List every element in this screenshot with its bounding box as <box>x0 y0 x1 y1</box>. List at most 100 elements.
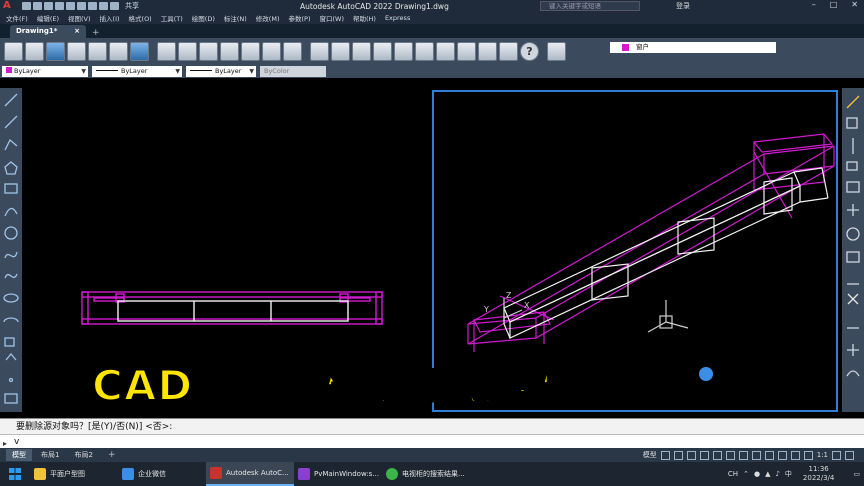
menu-parametric[interactable]: 参数(P) <box>288 13 310 23</box>
share-button[interactable]: 共享 <box>125 1 139 11</box>
markup-icon[interactable] <box>478 41 497 61</box>
tab-layout1[interactable]: 布局1 <box>35 449 65 461</box>
save-web-icon[interactable] <box>77 2 86 10</box>
redo-icon[interactable] <box>110 2 119 10</box>
add-tab-button[interactable]: + <box>92 28 100 38</box>
taskbar-item-floorplan[interactable]: 平面户型图 <box>30 462 118 486</box>
navigation-orb-icon[interactable] <box>699 367 713 381</box>
notification-icon[interactable]: ▭ <box>853 470 860 478</box>
tab-close-icon[interactable]: × <box>74 27 80 36</box>
copy-icon[interactable] <box>178 41 197 61</box>
redo-arrow-icon[interactable] <box>283 41 302 61</box>
language-indicator[interactable]: CH <box>728 470 738 478</box>
search-input[interactable]: 键入关键字或短语 <box>540 1 640 11</box>
taskbar-item-pvmain[interactable]: PvMainWindow:s... <box>294 462 382 486</box>
network-icon[interactable]: ▲ <box>765 470 770 478</box>
osnap-toggle-icon[interactable] <box>712 450 722 460</box>
tab-drawing1[interactable]: Drawing1* × <box>10 25 86 38</box>
open-icon[interactable] <box>33 2 42 10</box>
menu-insert[interactable]: 插入(I) <box>100 13 120 23</box>
menu-dimension[interactable]: 标注(N) <box>224 13 247 23</box>
command-input[interactable]: v <box>14 437 19 447</box>
open-web-icon[interactable] <box>66 2 75 10</box>
undo-icon[interactable] <box>99 2 108 10</box>
taskbar-item-wecom[interactable]: 企业微信 <box>118 462 206 486</box>
add-layout-button[interactable]: + <box>102 449 122 461</box>
ortho-toggle-icon[interactable] <box>686 450 696 460</box>
tool-palettes-icon[interactable] <box>436 41 455 61</box>
menu-view[interactable]: 视图(V) <box>68 13 91 23</box>
selection-cycling-icon[interactable] <box>764 450 774 460</box>
polar-toggle-icon[interactable] <box>699 450 709 460</box>
login-button[interactable]: 登录 <box>676 1 690 11</box>
tray-chevron-up-icon[interactable]: ⌃ <box>743 470 749 478</box>
annotation-scale[interactable]: 1:1 <box>817 451 828 459</box>
pan-hand-icon[interactable] <box>310 41 329 61</box>
zoom-window-icon[interactable] <box>352 41 371 61</box>
taskbar-item-autocad[interactable]: Autodesk AutoC... <box>206 462 294 486</box>
zoom-previous-icon[interactable] <box>373 41 392 61</box>
calculator-icon[interactable] <box>499 41 518 61</box>
save-drawing-icon[interactable] <box>46 41 65 61</box>
open-drawing-icon[interactable] <box>25 41 44 61</box>
dynamic-ucs-icon[interactable] <box>790 450 800 460</box>
new-icon[interactable] <box>22 2 31 10</box>
plot-icon[interactable] <box>88 2 97 10</box>
command-line[interactable]: ▸ v <box>0 434 864 448</box>
grid-toggle-icon[interactable] <box>660 450 670 460</box>
autocad-logo-icon[interactable]: A <box>3 0 11 11</box>
menu-draw[interactable]: 绘图(D) <box>192 13 215 23</box>
saveas-icon[interactable] <box>55 2 64 10</box>
workspace-gear-icon[interactable] <box>832 450 841 460</box>
customize-menu-icon[interactable] <box>845 450 854 460</box>
snap-toggle-icon[interactable] <box>673 450 683 460</box>
annotation-visibility-icon[interactable] <box>803 450 813 460</box>
design-center-icon[interactable] <box>415 41 434 61</box>
block-editor-icon[interactable] <box>241 41 260 61</box>
zoom-realtime-icon[interactable] <box>331 41 350 61</box>
otrack-toggle-icon[interactable] <box>725 450 735 460</box>
ime-indicator[interactable]: 中 <box>785 469 792 479</box>
menu-tools[interactable]: 工具(T) <box>161 13 183 23</box>
model-space-toggle[interactable]: 模型 <box>643 450 657 460</box>
menu-express[interactable]: Express <box>385 14 410 22</box>
publish-icon[interactable] <box>109 41 128 61</box>
print-preview-icon[interactable] <box>88 41 107 61</box>
chevron-down-icon: ▼ <box>249 67 254 75</box>
3d-osnap-icon[interactable] <box>777 450 787 460</box>
linetype-dropdown[interactable]: ByLayer ▼ <box>92 65 182 77</box>
wechat-tray-icon[interactable]: ● <box>754 470 760 478</box>
undo-arrow-icon[interactable] <box>262 41 281 61</box>
transparency-toggle-icon[interactable] <box>751 450 761 460</box>
volume-icon[interactable]: ♪ <box>775 470 779 478</box>
layer-dropdown[interactable]: 窗户 <box>610 42 776 53</box>
menu-help[interactable]: 帮助(H) <box>353 13 376 23</box>
maximize-button[interactable]: □ <box>830 0 838 9</box>
new-drawing-icon[interactable] <box>4 41 23 61</box>
menu-format[interactable]: 格式(O) <box>129 13 152 23</box>
layer-properties-icon[interactable] <box>547 41 566 61</box>
start-button[interactable] <box>0 462 30 486</box>
match-properties-icon[interactable] <box>220 41 239 61</box>
cut-icon[interactable] <box>157 41 176 61</box>
menu-window[interactable]: 窗口(W) <box>319 13 344 23</box>
help-icon[interactable]: ? <box>520 41 539 61</box>
taskbar-item-browser[interactable]: 电视柜的搜索结果... <box>382 462 470 486</box>
save-icon[interactable] <box>44 2 53 10</box>
sheet-set-icon[interactable] <box>457 41 476 61</box>
paste-icon[interactable] <box>199 41 218 61</box>
menu-edit[interactable]: 编辑(E) <box>37 13 59 23</box>
menu-modify[interactable]: 修改(M) <box>256 13 280 23</box>
minimize-button[interactable]: – <box>812 0 816 9</box>
print-icon[interactable] <box>67 41 86 61</box>
tab-model[interactable]: 模型 <box>6 449 32 461</box>
lineweight-toggle-icon[interactable] <box>738 450 748 460</box>
clock[interactable]: 11:36 2022/3/4 <box>803 465 834 483</box>
tab-layout2[interactable]: 布局2 <box>68 449 98 461</box>
properties-icon[interactable] <box>394 41 413 61</box>
3d-dwf-icon[interactable] <box>130 41 149 61</box>
lineweight-dropdown[interactable]: ByLayer ▼ <box>186 65 256 77</box>
menu-file[interactable]: 文件(F) <box>6 13 28 23</box>
close-button[interactable]: ✕ <box>851 0 858 9</box>
color-dropdown[interactable]: ByLayer ▼ <box>2 65 88 77</box>
